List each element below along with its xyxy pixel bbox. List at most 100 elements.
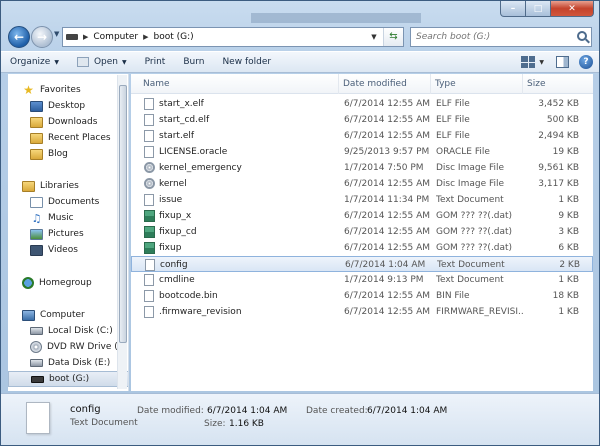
file-row[interactable]: issue 1/7/2014 11:34 PM Text Document 1 KB xyxy=(131,192,593,208)
address-dropdown[interactable]: ▼ xyxy=(367,28,381,46)
details-created-label: Date created: xyxy=(306,406,368,416)
caption-buttons: – □ ✕ xyxy=(500,1,594,17)
dat-file-icon xyxy=(144,210,155,222)
file-row[interactable]: start_x.elf 6/7/2014 12:55 AM ELF File 3,45… xyxy=(131,96,593,112)
view-dropdown[interactable]: ▼ xyxy=(539,59,544,66)
computer-icon xyxy=(22,309,35,321)
nav-documents[interactable]: Documents xyxy=(8,194,128,210)
organize-button[interactable]: Organize ▼ xyxy=(1,52,68,72)
nav-label: boot (G:) xyxy=(49,374,90,384)
scrollbar-thumb[interactable] xyxy=(119,85,127,343)
nav-pictures[interactable]: Pictures xyxy=(8,226,128,242)
file-name: config xyxy=(160,260,188,270)
nav-label: Local Disk (C:) xyxy=(48,326,113,336)
toolbar-right: ▼ ? xyxy=(521,55,593,69)
nav-label: Data Disk (E:) xyxy=(48,358,111,368)
file-size: 19 KB xyxy=(552,147,579,157)
nav-desktop[interactable]: Desktop xyxy=(8,98,128,114)
navigation-scrollbar[interactable] xyxy=(117,75,127,389)
nav-downloads[interactable]: Downloads xyxy=(8,114,128,130)
nav-blog[interactable]: Blog xyxy=(8,146,128,162)
file-icon xyxy=(144,114,154,126)
file-row[interactable]: .firmware_revision 6/7/2014 12:55 AM FIRMW… xyxy=(131,304,593,320)
file-date-modified: 6/7/2014 12:55 AM xyxy=(344,115,431,125)
dat-file-icon xyxy=(144,226,155,238)
libraries-icon xyxy=(22,180,35,192)
nav-boot[interactable]: boot (G:) xyxy=(8,371,128,387)
nav-dvd-drive[interactable]: DVD RW Drive (D xyxy=(8,339,128,355)
column-size[interactable]: Size xyxy=(523,74,593,94)
file-name: issue xyxy=(159,195,183,205)
breadcrumb-boot[interactable]: boot (G:) xyxy=(154,32,194,42)
chevron-right-icon[interactable]: ▶ xyxy=(143,33,148,41)
file-row[interactable]: fixup_x 6/7/2014 12:55 AM GOM ??? ??(.dat)… xyxy=(131,208,593,224)
file-row[interactable]: cmdline 1/7/2014 9:13 PM Text Document 1 KB xyxy=(131,272,593,288)
column-name[interactable]: Name xyxy=(139,74,339,94)
forward-button[interactable]: → xyxy=(31,26,53,48)
file-name: fixup_x xyxy=(159,211,192,221)
address-bar[interactable]: ▶ Computer ▶ boot (G:) ▼ ⇆ xyxy=(62,27,404,47)
print-button[interactable]: Print xyxy=(136,52,175,72)
file-icon xyxy=(144,130,154,142)
recent-pages-dropdown[interactable]: ▼ xyxy=(54,30,59,38)
nav-label: Videos xyxy=(48,245,78,255)
back-button[interactable]: ← xyxy=(8,26,30,48)
file-type: Disc Image File xyxy=(436,179,505,189)
file-date-modified: 6/7/2014 12:55 AM xyxy=(344,227,431,237)
navigation-pane[interactable]: ★ Favorites Desktop Downloads Recent Pla… xyxy=(8,74,129,391)
close-button[interactable]: ✕ xyxy=(551,1,594,17)
file-row[interactable]: fixup_cd 6/7/2014 12:55 AM GOM ??? ??(.dat… xyxy=(131,224,593,240)
file-row[interactable]: LICENSE.oracle 9/25/2013 9:57 PM ORACLE Fi… xyxy=(131,144,593,160)
nav-music[interactable]: ♫ Music xyxy=(8,210,128,226)
maximize-button[interactable]: □ xyxy=(526,1,551,17)
nav-label: Music xyxy=(48,213,74,223)
file-size: 1 KB xyxy=(558,195,579,205)
column-type[interactable]: Type xyxy=(431,74,523,94)
help-icon[interactable]: ? xyxy=(579,55,593,69)
search-input[interactable] xyxy=(411,28,571,46)
file-type: BIN File xyxy=(436,291,470,301)
nav-computer[interactable]: Computer xyxy=(8,307,128,323)
refresh-icon[interactable]: ⇆ xyxy=(383,28,403,46)
burn-button[interactable]: Burn xyxy=(174,52,213,72)
nav-homegroup[interactable]: Homegroup xyxy=(8,275,128,291)
file-row[interactable]: fixup 6/7/2014 12:55 AM GOM ??? ??(.dat) 6 … xyxy=(131,240,593,256)
file-row[interactable]: config 6/7/2014 1:04 AM Text Document 2 KB xyxy=(131,256,593,272)
open-button[interactable]: Open ▼ xyxy=(68,52,136,72)
file-list[interactable]: Name Date modified Type Size start_x.elf… xyxy=(131,74,593,391)
file-row[interactable]: start.elf 6/7/2014 12:55 AM ELF File 2,494 … xyxy=(131,128,593,144)
nav-data-disk[interactable]: Data Disk (E:) xyxy=(8,355,128,371)
search-icon[interactable] xyxy=(577,31,587,41)
title-bar[interactable]: – □ ✕ xyxy=(1,1,599,21)
file-size: 9,561 KB xyxy=(538,163,579,173)
search-box[interactable] xyxy=(410,27,592,47)
details-pane: config Text Document Date modified: 6/7/… xyxy=(1,393,599,445)
chevron-right-icon[interactable]: ▶ xyxy=(83,33,88,41)
file-size: 3 KB xyxy=(558,227,579,237)
file-icon xyxy=(145,259,155,271)
file-name: fixup xyxy=(159,243,182,253)
nav-label: Computer xyxy=(40,310,85,320)
file-row[interactable]: kernel_emergency 1/7/2014 7:50 PM Disc Ima… xyxy=(131,160,593,176)
nav-libraries[interactable]: Libraries xyxy=(8,178,128,194)
nav-local-disk[interactable]: Local Disk (C:) xyxy=(8,323,128,339)
nav-videos[interactable]: Videos xyxy=(8,242,128,258)
preview-pane-icon[interactable] xyxy=(556,56,569,68)
new-folder-button[interactable]: New folder xyxy=(213,52,280,72)
details-modified-label: Date modified: xyxy=(137,406,204,416)
change-view-icon[interactable] xyxy=(521,56,536,68)
column-date-modified[interactable]: Date modified xyxy=(339,74,431,94)
videos-icon xyxy=(30,244,43,256)
nav-label: Desktop xyxy=(48,101,86,111)
column-header: Name Date modified Type Size xyxy=(131,74,593,94)
file-row[interactable]: kernel 6/7/2014 12:55 AM Disc Image File 3,… xyxy=(131,176,593,192)
file-row[interactable]: start_cd.elf 6/7/2014 12:55 AM ELF File 500… xyxy=(131,112,593,128)
open-label: Open xyxy=(93,57,118,67)
file-row[interactable]: bootcode.bin 6/7/2014 12:55 AM BIN File 18 … xyxy=(131,288,593,304)
nav-favorites[interactable]: ★ Favorites xyxy=(8,82,128,98)
nav-recent-places[interactable]: Recent Places xyxy=(8,130,128,146)
nav-label: Libraries xyxy=(40,181,79,191)
details-size-value: 1.16 KB xyxy=(229,419,264,429)
minimize-button[interactable]: – xyxy=(500,1,526,17)
breadcrumb-computer[interactable]: Computer xyxy=(93,32,138,42)
